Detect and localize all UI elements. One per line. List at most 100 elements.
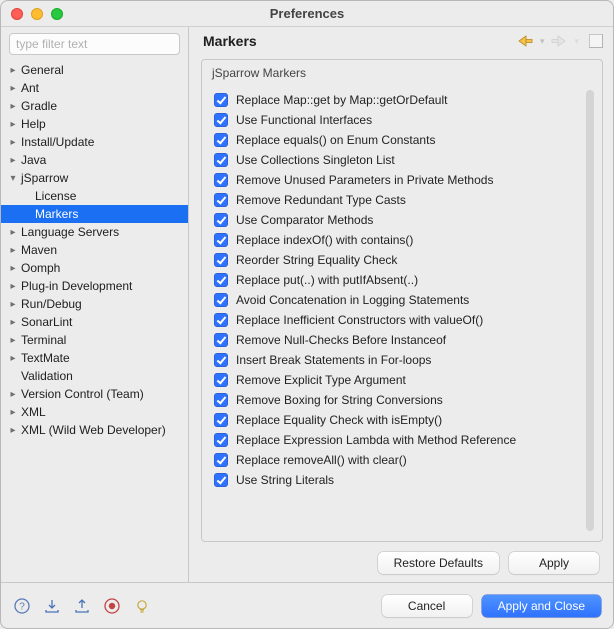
- checkbox[interactable]: [214, 353, 228, 367]
- tree-item-label: Terminal: [21, 333, 66, 347]
- checkbox-label: Use Functional Interfaces: [236, 113, 372, 127]
- apply-and-close-button[interactable]: Apply and Close: [482, 595, 601, 617]
- chevron-right-icon[interactable]: ▸: [7, 407, 19, 418]
- checkbox[interactable]: [214, 393, 228, 407]
- chevron-right-icon[interactable]: ▸: [7, 317, 19, 328]
- back-icon[interactable]: [516, 34, 534, 48]
- preferences-tree[interactable]: ▸General▸Ant▸Gradle▸Help▸Install/Update▸…: [1, 59, 188, 582]
- checkbox-label: Replace indexOf() with contains(): [236, 233, 413, 247]
- chevron-right-icon[interactable]: ▸: [7, 119, 19, 130]
- scrollbar[interactable]: [586, 90, 594, 531]
- checkbox-label: Replace Map::get by Map::getOrDefault: [236, 93, 447, 107]
- tree-item[interactable]: ▸General: [1, 61, 188, 79]
- help-icon[interactable]: ?: [13, 597, 31, 615]
- checkbox[interactable]: [214, 333, 228, 347]
- checks-list: Replace Map::get by Map::getOrDefaultUse…: [210, 86, 594, 535]
- checkbox[interactable]: [214, 433, 228, 447]
- tree-item[interactable]: ▸Terminal: [1, 331, 188, 349]
- main-header: Markers ▾ ▾: [189, 27, 613, 53]
- tree-item[interactable]: ▸Install/Update: [1, 133, 188, 151]
- chevron-right-icon[interactable]: ▸: [7, 335, 19, 346]
- filter-input[interactable]: [9, 33, 180, 55]
- checkbox[interactable]: [214, 113, 228, 127]
- record-icon[interactable]: [103, 597, 121, 615]
- group-title: jSparrow Markers: [202, 60, 602, 86]
- tree-item-label: XML: [21, 405, 46, 419]
- checkbox[interactable]: [214, 413, 228, 427]
- tree-item[interactable]: ▸TextMate: [1, 349, 188, 367]
- checkbox[interactable]: [214, 133, 228, 147]
- chevron-right-icon[interactable]: ▸: [7, 281, 19, 292]
- tree-item[interactable]: ▾jSparrow: [1, 169, 188, 187]
- window-controls: [1, 8, 63, 20]
- chevron-right-icon[interactable]: ▸: [7, 155, 19, 166]
- checkbox-label: Insert Break Statements in For-loops: [236, 353, 431, 367]
- tree-item[interactable]: ▸Gradle: [1, 97, 188, 115]
- minimize-window-button[interactable]: [31, 8, 43, 20]
- chevron-down-icon[interactable]: ▾: [7, 173, 19, 184]
- check-row: Reorder String Equality Check: [214, 250, 594, 270]
- checkbox[interactable]: [214, 173, 228, 187]
- checkbox-label: Remove Null-Checks Before Instanceof: [236, 333, 446, 347]
- zoom-window-button[interactable]: [51, 8, 63, 20]
- view-menu-button[interactable]: [589, 34, 603, 48]
- forward-menu-icon: ▾: [574, 36, 579, 47]
- export-icon[interactable]: [73, 597, 91, 615]
- tree-item-label: XML (Wild Web Developer): [21, 423, 166, 437]
- tree-item[interactable]: ▸Help: [1, 115, 188, 133]
- checkbox-label: Reorder String Equality Check: [236, 253, 397, 267]
- window-title: Preferences: [1, 6, 613, 21]
- chevron-right-icon[interactable]: ▸: [7, 425, 19, 436]
- tree-item-label: Run/Debug: [21, 297, 82, 311]
- chevron-right-icon[interactable]: ▸: [7, 137, 19, 148]
- checkbox[interactable]: [214, 233, 228, 247]
- chevron-right-icon[interactable]: ▸: [7, 101, 19, 112]
- tree-item[interactable]: ▸Java: [1, 151, 188, 169]
- checkbox-label: Replace put(..) with putIfAbsent(..): [236, 273, 418, 287]
- checkbox[interactable]: [214, 213, 228, 227]
- checkbox[interactable]: [214, 193, 228, 207]
- tree-item[interactable]: ▸Plug-in Development: [1, 277, 188, 295]
- tree-item[interactable]: ▸SonarLint: [1, 313, 188, 331]
- tree-item[interactable]: ▸Ant: [1, 79, 188, 97]
- tree-item[interactable]: ▸XML: [1, 403, 188, 421]
- checkbox[interactable]: [214, 313, 228, 327]
- restore-defaults-button[interactable]: Restore Defaults: [378, 552, 499, 574]
- apply-button[interactable]: Apply: [509, 552, 599, 574]
- tree-item[interactable]: Validation: [1, 367, 188, 385]
- chevron-right-icon[interactable]: ▸: [7, 299, 19, 310]
- tree-item[interactable]: ▸XML (Wild Web Developer): [1, 421, 188, 439]
- chevron-right-icon[interactable]: ▸: [7, 263, 19, 274]
- checkbox[interactable]: [214, 93, 228, 107]
- tree-item[interactable]: ▸Version Control (Team): [1, 385, 188, 403]
- bulb-icon[interactable]: [133, 597, 151, 615]
- chevron-right-icon[interactable]: ▸: [7, 65, 19, 76]
- cancel-button[interactable]: Cancel: [382, 595, 472, 617]
- checkbox[interactable]: [214, 473, 228, 487]
- tree-item[interactable]: ▸Maven: [1, 241, 188, 259]
- checkbox[interactable]: [214, 273, 228, 287]
- checkbox[interactable]: [214, 153, 228, 167]
- tree-item[interactable]: ▸Language Servers: [1, 223, 188, 241]
- checkbox[interactable]: [214, 373, 228, 387]
- chevron-right-icon[interactable]: ▸: [7, 83, 19, 94]
- close-window-button[interactable]: [11, 8, 23, 20]
- checkbox[interactable]: [214, 453, 228, 467]
- checkbox[interactable]: [214, 253, 228, 267]
- chevron-right-icon[interactable]: ▸: [7, 245, 19, 256]
- checkbox-label: Replace removeAll() with clear(): [236, 453, 407, 467]
- tree-item[interactable]: ▸Oomph: [1, 259, 188, 277]
- import-icon[interactable]: [43, 597, 61, 615]
- check-row: Replace put(..) with putIfAbsent(..): [214, 270, 594, 290]
- checkbox-label: Use Comparator Methods: [236, 213, 373, 227]
- checkbox-label: Remove Boxing for String Conversions: [236, 393, 443, 407]
- chevron-right-icon[interactable]: ▸: [7, 227, 19, 238]
- checkbox-label: Replace Equality Check with isEmpty(): [236, 413, 442, 427]
- tree-item-selected[interactable]: Markers: [1, 205, 188, 223]
- back-menu-icon[interactable]: ▾: [540, 36, 545, 47]
- chevron-right-icon[interactable]: ▸: [7, 389, 19, 400]
- chevron-right-icon[interactable]: ▸: [7, 353, 19, 364]
- tree-item[interactable]: ▸Run/Debug: [1, 295, 188, 313]
- checkbox[interactable]: [214, 293, 228, 307]
- tree-item[interactable]: License: [1, 187, 188, 205]
